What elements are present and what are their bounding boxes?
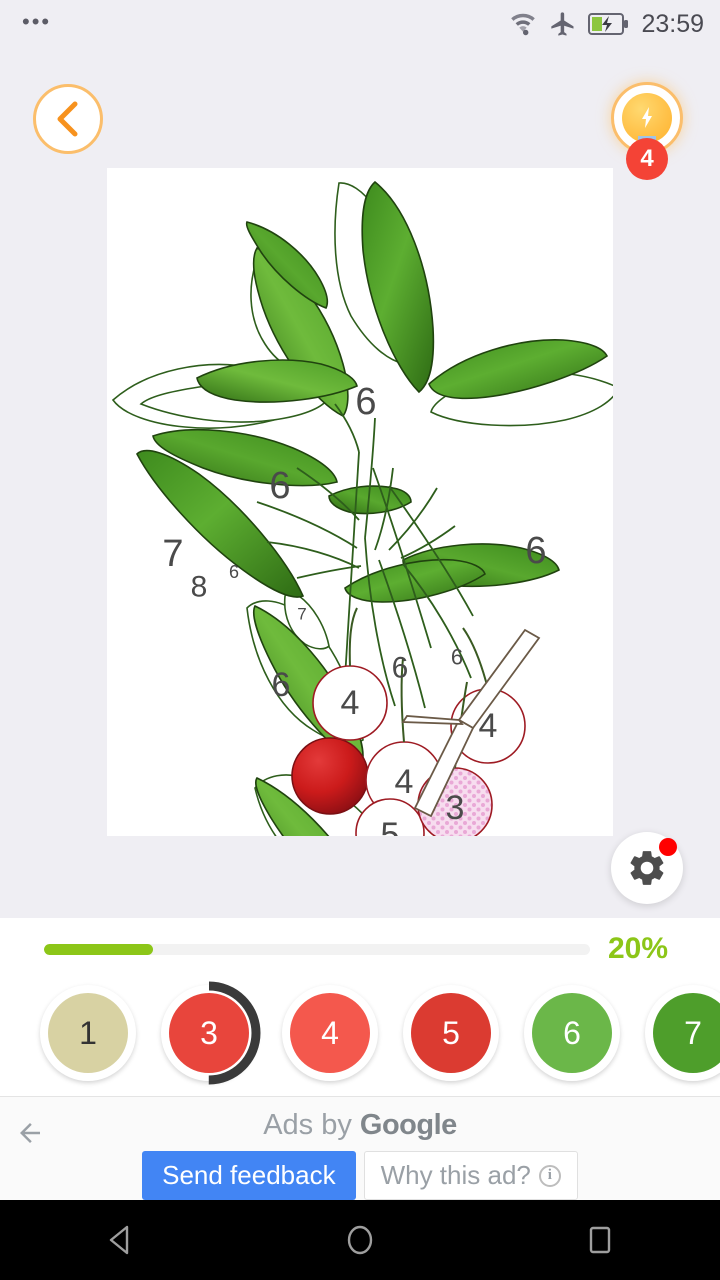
settings-notification-dot bbox=[659, 838, 677, 856]
region-number-selected: 3 bbox=[446, 789, 465, 827]
back-button[interactable] bbox=[33, 84, 103, 154]
color-swatch-7[interactable]: 7 bbox=[645, 985, 720, 1081]
nav-home-circle-icon bbox=[347, 1225, 373, 1255]
region-number: 6 bbox=[272, 666, 291, 704]
lightning-glyph bbox=[642, 107, 652, 128]
battery-charging-icon bbox=[588, 13, 629, 35]
wifi-icon bbox=[511, 13, 536, 36]
coloring-canvas[interactable]: 6 6 6 7 8 6 7 6 6 6 4 4 4 3 5 4 6 1 bbox=[107, 168, 613, 836]
region-number: 7 bbox=[297, 605, 306, 624]
swatch-number-3[interactable]: 3 bbox=[169, 993, 249, 1073]
lightbulb-icon bbox=[622, 93, 672, 143]
cherry-branch-artwork[interactable]: 6 6 6 7 8 6 7 6 6 6 4 4 4 3 5 4 6 1 bbox=[107, 168, 613, 836]
airplane-mode-icon bbox=[551, 12, 574, 36]
status-bar: ••• 23:59 bbox=[0, 0, 720, 48]
google-wordmark: Google bbox=[359, 1109, 457, 1141]
region-number: 4 bbox=[395, 763, 414, 801]
region-number: 7 bbox=[162, 533, 183, 575]
nav-back-button[interactable] bbox=[75, 1200, 165, 1280]
region-number: 4 bbox=[341, 684, 360, 722]
settings-button[interactable] bbox=[611, 832, 683, 904]
nav-recents-button[interactable] bbox=[555, 1200, 645, 1280]
color-swatch-5[interactable]: 5 bbox=[403, 985, 499, 1081]
progress-bar-fill bbox=[44, 943, 154, 955]
region-number: 8 bbox=[191, 571, 208, 604]
status-more-icon: ••• bbox=[22, 9, 52, 34]
nav-recents-square-icon bbox=[589, 1226, 611, 1254]
swatch-number-5[interactable]: 5 bbox=[411, 993, 491, 1073]
send-feedback-button[interactable]: Send feedback bbox=[142, 1151, 356, 1200]
swatch-number-4[interactable]: 4 bbox=[290, 993, 370, 1073]
region-number: 6 bbox=[392, 652, 409, 685]
swatch-number-1[interactable]: 1 bbox=[48, 993, 128, 1073]
status-bar-clock: 23:59 bbox=[641, 9, 704, 38]
hint-count-badge: 4 bbox=[626, 138, 668, 180]
status-bar-right-group: 23:59 bbox=[508, 10, 704, 39]
info-icon: i bbox=[538, 1164, 561, 1187]
region-number: 6 bbox=[451, 645, 463, 670]
region-number: 4 bbox=[479, 707, 498, 745]
nav-home-button[interactable] bbox=[315, 1200, 405, 1280]
color-palette[interactable]: 134567 bbox=[0, 974, 720, 1092]
region-number: 6 bbox=[229, 562, 239, 582]
color-swatch-3[interactable]: 3 bbox=[157, 981, 261, 1085]
swatch-number-6[interactable]: 6 bbox=[532, 993, 612, 1073]
color-swatch-6[interactable]: 6 bbox=[524, 985, 620, 1081]
ad-banner: Ads by Google Send feedback Why this ad?… bbox=[0, 1096, 720, 1200]
progress-percent-label: 20% bbox=[608, 932, 669, 965]
ad-title-prefix: Ads by bbox=[263, 1109, 360, 1141]
back-chevron-icon bbox=[57, 101, 78, 137]
why-this-ad-label: Why this ad? bbox=[380, 1160, 531, 1190]
progress-row: 20% bbox=[0, 928, 720, 970]
color-swatch-1[interactable]: 1 bbox=[40, 985, 136, 1081]
bottom-panel: 20% 134567 bbox=[0, 918, 720, 1096]
app-root: ••• 23:59 4 6 6 6 7 8 6 7 6 6 6 4 4 4 3 … bbox=[0, 0, 720, 1280]
region-number: 6 bbox=[355, 381, 376, 423]
ad-button-group: Send feedback Why this ad? i bbox=[0, 1151, 720, 1200]
region-number: 5 bbox=[381, 816, 400, 836]
android-navigation-bar bbox=[0, 1200, 720, 1280]
ads-by-google-label: Ads by Google bbox=[0, 1109, 720, 1142]
why-this-ad-button[interactable]: Why this ad? i bbox=[363, 1151, 578, 1200]
region-number: 6 bbox=[525, 530, 546, 572]
color-swatch-4[interactable]: 4 bbox=[282, 985, 378, 1081]
progress-bar-track bbox=[44, 943, 590, 955]
region-number: 6 bbox=[269, 465, 290, 507]
nav-back-triangle-icon bbox=[109, 1225, 129, 1255]
